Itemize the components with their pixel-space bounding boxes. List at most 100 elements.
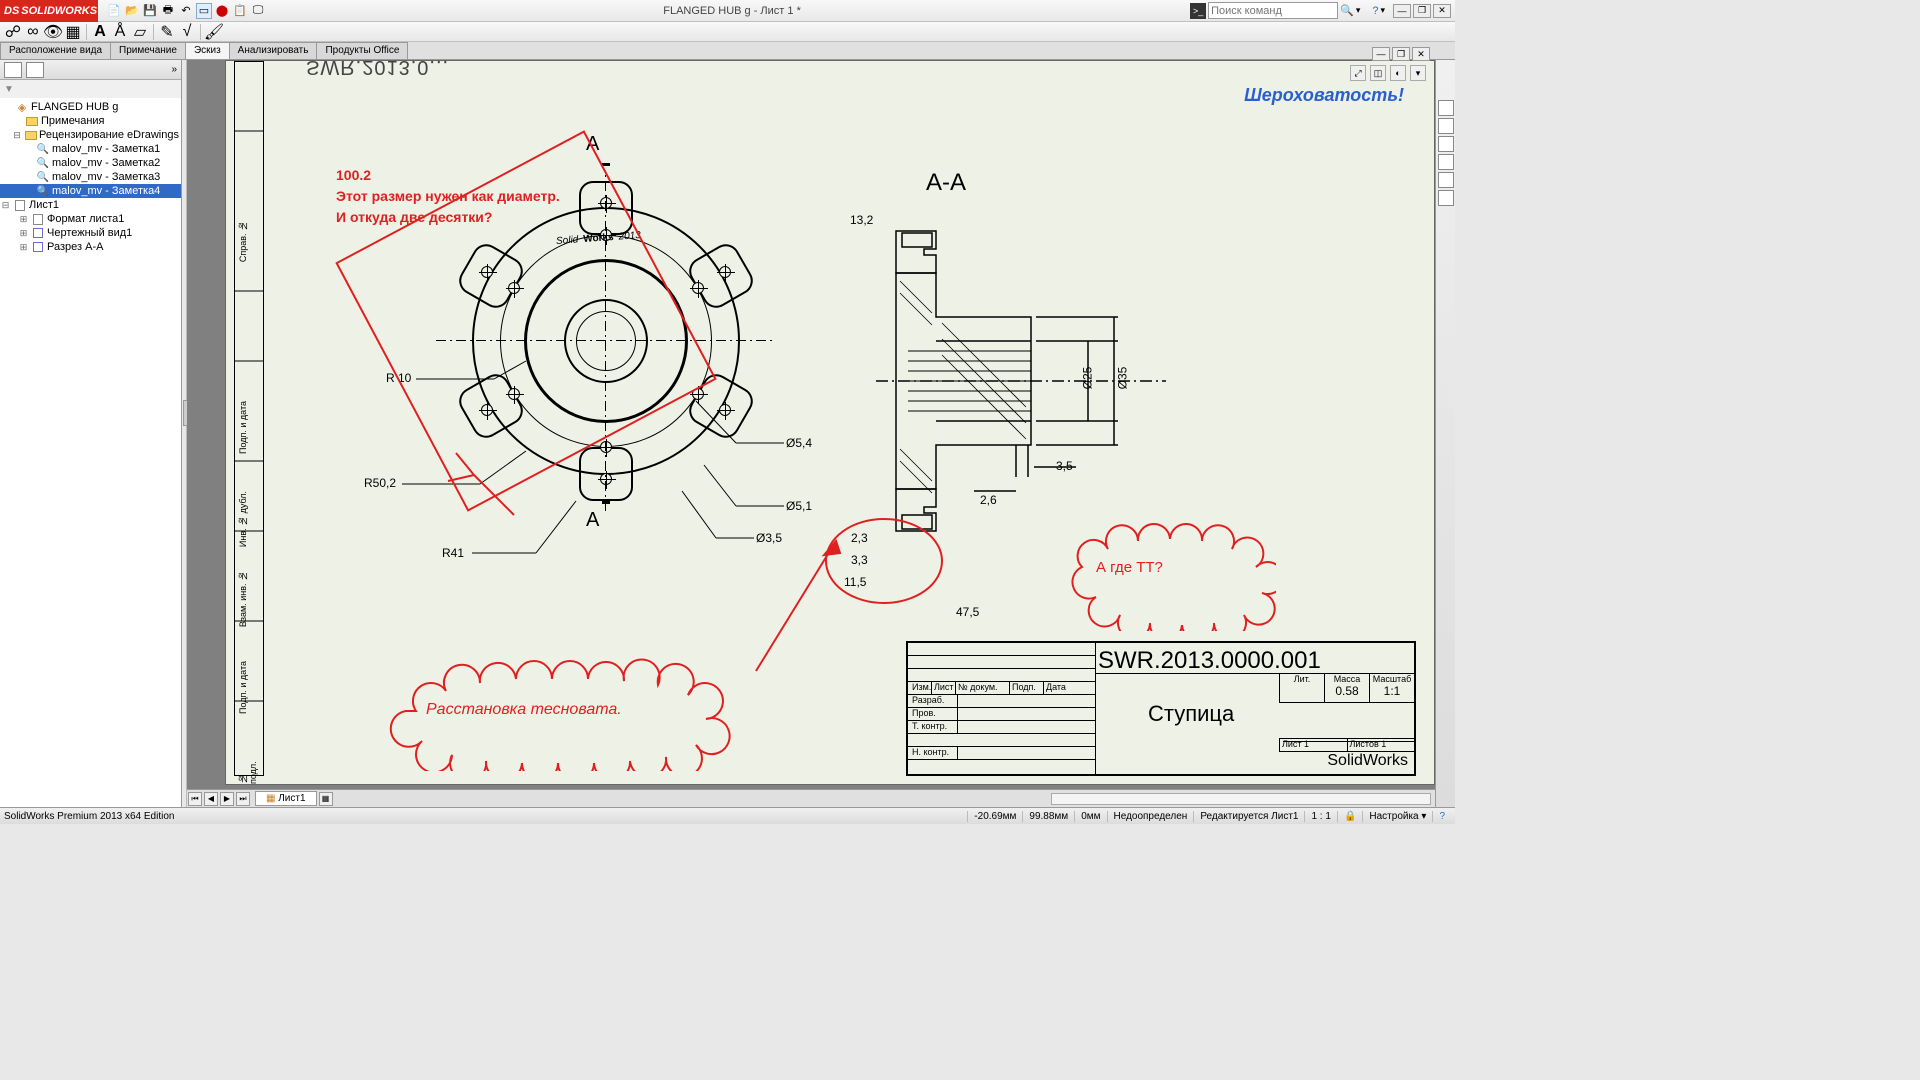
side-label-4: Взам. инв. №	[238, 571, 248, 627]
command-manager-tabs: Расположение вида Примечание Эскиз Анали…	[0, 42, 1455, 60]
tb-tkontr: Т. контр.	[910, 721, 958, 733]
dim-d54: Ø5,4	[786, 436, 812, 450]
tab-view-layout[interactable]: Расположение вида	[0, 42, 111, 59]
dim-2-3: 2,3	[851, 531, 868, 545]
filter-row: ▼	[0, 80, 181, 98]
tree-root[interactable]: ◈FLANGED HUB g	[0, 100, 181, 114]
dim-11-5: 11,5	[844, 575, 866, 589]
feature-manager-panel: » ▼ ◈FLANGED HUB g Примечания ⊟Рецензиро…	[0, 60, 182, 807]
select-button[interactable]: ▭	[196, 3, 212, 19]
status-x: -20.69мм	[967, 811, 1022, 822]
tree-annotations[interactable]: Примечания	[0, 114, 181, 128]
restore-button[interactable]: ❐	[1413, 4, 1431, 18]
dim-3-3: 3,3	[851, 553, 868, 567]
surface-icon[interactable]: √	[178, 24, 196, 40]
tree-sheet-format[interactable]: ⊞Формат листа1	[0, 212, 181, 226]
logo-text: SOLIDWORKS	[21, 5, 97, 17]
dim-3-5: 3,5	[1056, 459, 1073, 473]
eye-icon[interactable]: 👁	[44, 24, 62, 40]
sheet-nav-prev[interactable]: ◀	[204, 792, 218, 806]
taskpane-appearance-icon[interactable]	[1438, 172, 1454, 188]
paint-icon[interactable]: 🖌	[205, 24, 223, 40]
sheet-add-button[interactable]: ▦	[319, 792, 333, 806]
status-bar: SolidWorks Premium 2013 x64 Edition -20.…	[0, 807, 1455, 824]
tree-note-2[interactable]: 🔍malov_mv - Заметка2	[0, 156, 181, 170]
search-icon[interactable]: 🔍	[1340, 4, 1354, 17]
hide-show-icon[interactable]: ▾	[1410, 65, 1426, 81]
chain-icon[interactable]: ∞	[24, 24, 42, 40]
tree-view1[interactable]: ⊞Чертежный вид1	[0, 226, 181, 240]
sheet-nav-first[interactable]: ⏮	[188, 792, 202, 806]
rebuild-button[interactable]: ⬤	[214, 3, 230, 19]
sheet-tabs-bar: ⏮ ◀ ▶ ⏭ ▦ Лист1 ▦	[187, 789, 1435, 807]
secondary-toolbar: ☍ ∞ 👁 ▦ A Å ▱ ✎ √ 🖌	[0, 22, 1455, 42]
dim-35: Ø35	[1115, 367, 1129, 390]
note-icon[interactable]: ✎	[158, 24, 176, 40]
tb-scale-val: 1:1	[1370, 684, 1414, 698]
open-button[interactable]: 📂	[124, 3, 140, 19]
mdi-restore-button[interactable]: ❐	[1392, 47, 1410, 61]
filter-icon[interactable]: ▼	[4, 84, 14, 95]
taskpane-explorer-icon[interactable]	[1438, 136, 1454, 152]
help-icon[interactable]: ?	[1372, 5, 1378, 17]
minimize-button[interactable]: —	[1393, 4, 1411, 18]
tree-section[interactable]: ⊞Разрез A-A	[0, 240, 181, 254]
section-arrow-top: A	[586, 133, 599, 156]
options-button[interactable]: 📋	[232, 3, 248, 19]
text-icon[interactable]: A	[91, 24, 109, 40]
drawing-viewport[interactable]: Справ. № Подп. и дата Инв. № дубл. Взам.…	[187, 60, 1435, 807]
tree-root-label: FLANGED HUB g	[31, 101, 118, 113]
tree-note-1[interactable]: 🔍malov_mv - Заметка1	[0, 142, 181, 156]
print-button[interactable]: 🖶	[160, 3, 176, 19]
status-help-icon[interactable]: ?	[1432, 811, 1451, 822]
tab-annotation[interactable]: Примечание	[110, 42, 186, 59]
grid-icon[interactable]: ▦	[64, 24, 82, 40]
mirrored-title: SWR.2013.0...	[306, 55, 449, 78]
tree-note-4[interactable]: 🔍malov_mv - Заметка4	[0, 184, 181, 198]
status-ratio: 1 : 1	[1304, 811, 1336, 822]
taskpane-resources-icon[interactable]	[1438, 100, 1454, 116]
save-button[interactable]: 💾	[142, 3, 158, 19]
horizontal-scrollbar[interactable]	[1051, 793, 1431, 805]
sheet-nav-last[interactable]: ⏭	[236, 792, 250, 806]
tab-evaluate[interactable]: Анализировать	[229, 42, 318, 59]
datum-icon[interactable]: ▱	[131, 24, 149, 40]
status-custom[interactable]: Настройка ▾	[1362, 811, 1432, 822]
configuration-tab-icon[interactable]	[26, 62, 44, 78]
tree-sheet[interactable]: ⊟Лист1	[0, 198, 181, 212]
tree-edrawings-label: Рецензирование eDrawings	[39, 129, 179, 141]
mdi-min-button[interactable]: —	[1372, 47, 1390, 61]
command-search-input[interactable]	[1208, 2, 1338, 19]
dim-r10: R 10	[386, 371, 411, 385]
sheet-nav-next[interactable]: ▶	[220, 792, 234, 806]
new-button[interactable]: 📄	[106, 3, 122, 19]
side-label-6: № подл.	[238, 751, 258, 784]
heads-up-toolbar: ⤢ ◫ ◐ ▾	[1350, 65, 1426, 81]
taskpane-palette-icon[interactable]	[1438, 154, 1454, 170]
undo-button[interactable]: ↶	[178, 3, 194, 19]
status-lock-icon[interactable]: 🔒	[1337, 811, 1362, 822]
sheet-tab-1[interactable]: ▦ Лист1	[255, 791, 317, 806]
link-icon[interactable]: ☍	[4, 24, 22, 40]
feature-manager-tab-icon[interactable]	[4, 62, 22, 78]
tb-lit: Лит.	[1280, 674, 1324, 684]
taskpane-custom-icon[interactable]	[1438, 190, 1454, 206]
help-dropdown-icon[interactable]: ▾	[1380, 5, 1385, 16]
display-style-icon[interactable]: ◐	[1390, 65, 1406, 81]
redline-cloud-tt-text: А где ТТ?	[1096, 559, 1163, 577]
panel-pin-icon[interactable]: »	[171, 64, 177, 75]
taskpane-library-icon[interactable]	[1438, 118, 1454, 134]
tb-prov: Пров.	[910, 708, 958, 720]
tree-note-3[interactable]: 🔍malov_mv - Заметка3	[0, 170, 181, 184]
view-orient-icon[interactable]: ◫	[1370, 65, 1386, 81]
tree-note-4-label: malov_mv - Заметка4	[52, 185, 160, 197]
tree-edrawings[interactable]: ⊟Рецензирование eDrawings	[0, 128, 181, 142]
tab-sketch[interactable]: Эскиз	[185, 42, 230, 59]
search-dropdown-icon[interactable]: ▾	[1356, 5, 1361, 16]
feature-tree[interactable]: ◈FLANGED HUB g Примечания ⊟Рецензировани…	[0, 98, 181, 807]
balloon-icon[interactable]: Å	[111, 24, 129, 40]
mdi-close-button[interactable]: ✕	[1412, 47, 1430, 61]
screen-button[interactable]: 🖵	[250, 3, 266, 19]
close-button[interactable]: ✕	[1433, 4, 1451, 18]
zoom-fit-icon[interactable]: ⤢	[1350, 65, 1366, 81]
